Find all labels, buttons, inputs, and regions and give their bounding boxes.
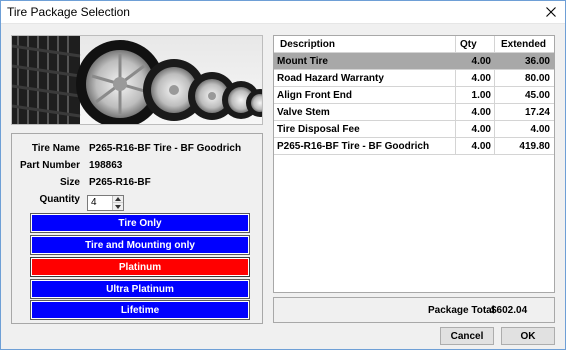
quantity-stepper[interactable]: 4	[87, 195, 124, 211]
table-row[interactable]: Road Hazard Warranty 4.00 80.00	[274, 70, 554, 87]
size-label: Size	[59, 177, 80, 188]
quantity-spinner[interactable]	[112, 196, 123, 210]
table-row[interactable]: Align Front End 1.00 45.00	[274, 87, 554, 104]
package-items-grid[interactable]: Description Qty Extended Mount Tire 4.00…	[273, 35, 555, 293]
quantity-label: Quantity	[39, 194, 80, 205]
part-number-value: 198863	[89, 160, 123, 171]
row-extended: 17.24	[524, 107, 550, 118]
table-row[interactable]: Mount Tire 4.00 36.00	[274, 53, 554, 70]
window-title: Tire Package Selection	[7, 5, 130, 19]
row-qty: 4.00	[471, 141, 491, 152]
tire-name-row: Tire Name P265-R16-BF Tire - BF Goodrich	[12, 143, 262, 157]
lifetime-button[interactable]: Lifetime	[30, 300, 250, 320]
row-description: P265-R16-BF Tire - BF Goodrich	[277, 141, 430, 152]
row-extended: 45.00	[524, 90, 550, 101]
package-total-value: $602.04	[491, 305, 528, 316]
tire-only-button[interactable]: Tire Only	[30, 213, 250, 233]
table-row[interactable]: Valve Stem 4.00 17.24	[274, 104, 554, 121]
close-icon[interactable]	[536, 0, 566, 24]
row-extended: 419.80	[519, 141, 550, 152]
row-extended: 4.00	[530, 124, 550, 135]
row-qty: 4.00	[471, 73, 491, 84]
table-row[interactable]: Tire Disposal Fee 4.00 4.00	[274, 121, 554, 138]
row-qty: 4.00	[471, 107, 491, 118]
column-header-extended[interactable]: Extended	[501, 39, 546, 50]
row-description: Road Hazard Warranty	[277, 73, 384, 84]
platinum-button[interactable]: Platinum	[30, 257, 250, 277]
spinner-up-icon[interactable]	[113, 196, 123, 203]
row-description: Valve Stem	[277, 107, 330, 118]
row-description: Mount Tire	[277, 56, 328, 67]
row-description: Align Front End	[277, 90, 352, 101]
tire-name-label: Tire Name	[31, 143, 80, 154]
tire-wheels-image	[11, 35, 263, 125]
ultra-platinum-button[interactable]: Ultra Platinum	[30, 279, 250, 299]
column-header-qty[interactable]: Qty	[460, 39, 477, 50]
row-description: Tire Disposal Fee	[277, 124, 360, 135]
size-value: P265-R16-BF	[89, 177, 151, 188]
quantity-value[interactable]: 4	[91, 197, 97, 208]
tire-name-value: P265-R16-BF Tire - BF Goodrich	[89, 143, 242, 154]
row-qty: 1.00	[471, 90, 491, 101]
package-total-panel: Package Total $602.04	[273, 297, 555, 323]
size-row: Size P265-R16-BF	[12, 177, 262, 191]
tire-and-mounting-button[interactable]: Tire and Mounting only	[30, 235, 250, 255]
column-header-description[interactable]: Description	[280, 39, 335, 50]
left-panel: Tire Name P265-R16-BF Tire - BF Goodrich…	[11, 35, 263, 324]
part-number-label: Part Number	[19, 160, 80, 171]
row-qty: 4.00	[471, 124, 491, 135]
quantity-row: Quantity	[12, 194, 262, 208]
cancel-button[interactable]: Cancel	[440, 327, 494, 345]
package-total-label: Package Total	[428, 305, 495, 316]
title-bar: Tire Package Selection	[0, 0, 566, 24]
spinner-down-icon[interactable]	[113, 203, 123, 210]
grid-header: Description Qty Extended	[274, 36, 554, 53]
row-extended: 36.00	[524, 56, 550, 67]
row-qty: 4.00	[471, 56, 491, 67]
table-row[interactable]: P265-R16-BF Tire - BF Goodrich 4.00 419.…	[274, 138, 554, 155]
ok-button[interactable]: OK	[501, 327, 555, 345]
row-extended: 80.00	[524, 73, 550, 84]
part-number-row: Part Number 198863	[12, 160, 262, 174]
